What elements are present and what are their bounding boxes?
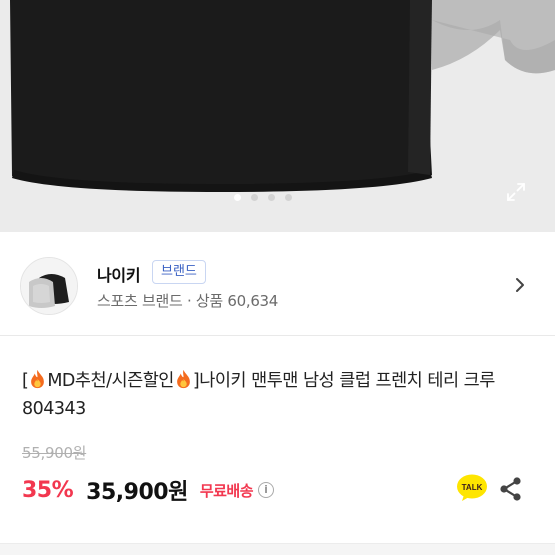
fire-icon [177, 369, 190, 389]
chevron-right-icon[interactable] [512, 274, 528, 296]
share-button[interactable] [498, 476, 524, 502]
talk-label: TALK [462, 483, 483, 492]
price-row: 35% 35,900원 무료배송 i [22, 474, 275, 506]
seller-meta: 스포츠 브랜드 · 상품 60,634 [97, 290, 278, 311]
share-icon [500, 477, 521, 501]
seller-row[interactable] [0, 232, 555, 336]
product-title: [ MD추천/시즌할인 ]나이키 맨투맨 남성 클럽 프렌치 테리 크루 804… [22, 369, 495, 419]
expand-icon [507, 183, 525, 201]
section-divider [0, 543, 555, 555]
products-label: 상품 [195, 292, 223, 310]
seller-name[interactable]: 나이키 [97, 262, 141, 286]
seller-avatar[interactable] [20, 257, 78, 315]
seller-category: 스포츠 브랜드 [97, 292, 183, 310]
info-icon[interactable]: i [258, 482, 275, 498]
product-image-gallery[interactable] [0, 0, 555, 232]
products-count: 60,634 [227, 292, 279, 310]
fire-icon [31, 369, 45, 389]
gallery-dot[interactable] [251, 194, 258, 201]
gallery-dot[interactable] [285, 194, 292, 201]
sale-price: 35,900원 [86, 480, 188, 505]
gallery-pagination [234, 194, 292, 201]
expand-image-button[interactable] [500, 176, 532, 208]
discount-rate: 35% [22, 477, 74, 503]
kakaotalk-icon: TALK [457, 474, 487, 501]
original-price: 55,900원 [22, 444, 87, 462]
brand-badge: 브랜드 [152, 260, 206, 284]
gallery-dot[interactable] [234, 194, 241, 201]
meta-separator: · [186, 292, 192, 310]
free-shipping-label: 무료배송 [199, 481, 254, 500]
kakaotalk-button[interactable]: TALK [456, 472, 488, 504]
gallery-dot[interactable] [268, 194, 275, 201]
